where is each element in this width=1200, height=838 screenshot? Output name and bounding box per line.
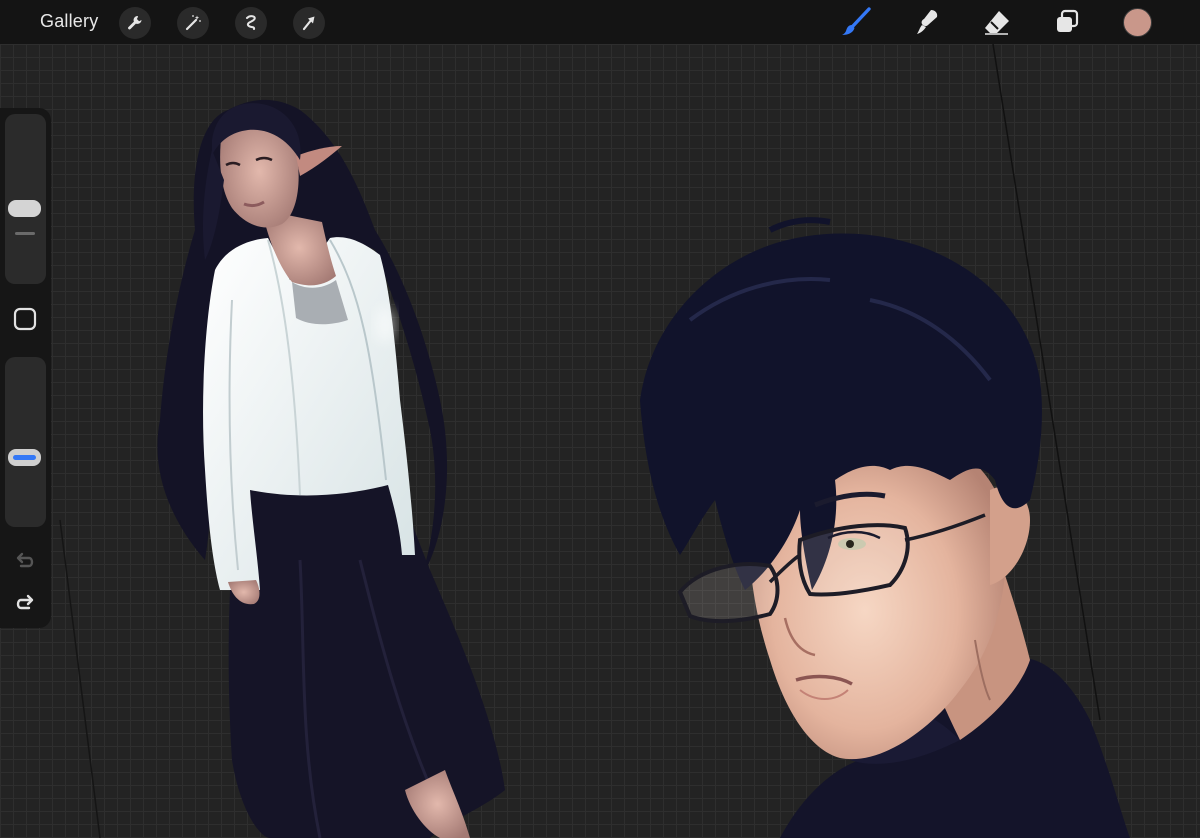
smudge-tool-button[interactable] — [910, 6, 942, 38]
opacity-thumb[interactable] — [8, 449, 41, 466]
selection-icon — [246, 15, 256, 30]
redo-icon — [16, 594, 34, 610]
arrow-cursor-icon — [302, 16, 315, 31]
modify-button[interactable] — [12, 306, 38, 332]
drawing-canvas[interactable] — [0, 44, 1200, 838]
guide-line — [59, 519, 101, 838]
top-toolbar: Gallery — [0, 0, 1200, 44]
magic-wand-icon — [185, 15, 201, 31]
square-modify-icon — [13, 307, 37, 331]
side-toolbar — [0, 108, 51, 628]
brush-size-slider[interactable] — [5, 114, 46, 284]
actions-button[interactable] — [119, 7, 151, 39]
opacity-slider[interactable] — [5, 357, 46, 527]
layers-icon — [1057, 9, 1079, 32]
undo-button[interactable] — [12, 548, 38, 574]
brush-icon — [842, 7, 871, 35]
paint-tool-button[interactable] — [840, 6, 872, 38]
smudge-icon — [917, 10, 938, 34]
undo-icon — [16, 552, 34, 568]
eraser-tool-button[interactable] — [981, 6, 1013, 38]
figure-left — [157, 99, 505, 838]
transform-button[interactable] — [293, 7, 325, 39]
figure-right — [640, 217, 1130, 838]
color-picker-button[interactable] — [1123, 8, 1152, 37]
opacity-thumb-accent — [13, 455, 36, 460]
slider-tick-mark — [15, 232, 35, 235]
artwork — [59, 44, 1130, 838]
gallery-button[interactable]: Gallery — [40, 11, 98, 32]
brush-size-thumb[interactable] — [8, 200, 41, 217]
selection-button[interactable] — [235, 7, 267, 39]
wrench-icon — [128, 16, 142, 30]
layers-tool-button[interactable] — [1051, 6, 1083, 38]
eraser-icon — [985, 11, 1009, 35]
redo-button[interactable] — [12, 590, 38, 616]
adjustments-button[interactable] — [177, 7, 209, 39]
